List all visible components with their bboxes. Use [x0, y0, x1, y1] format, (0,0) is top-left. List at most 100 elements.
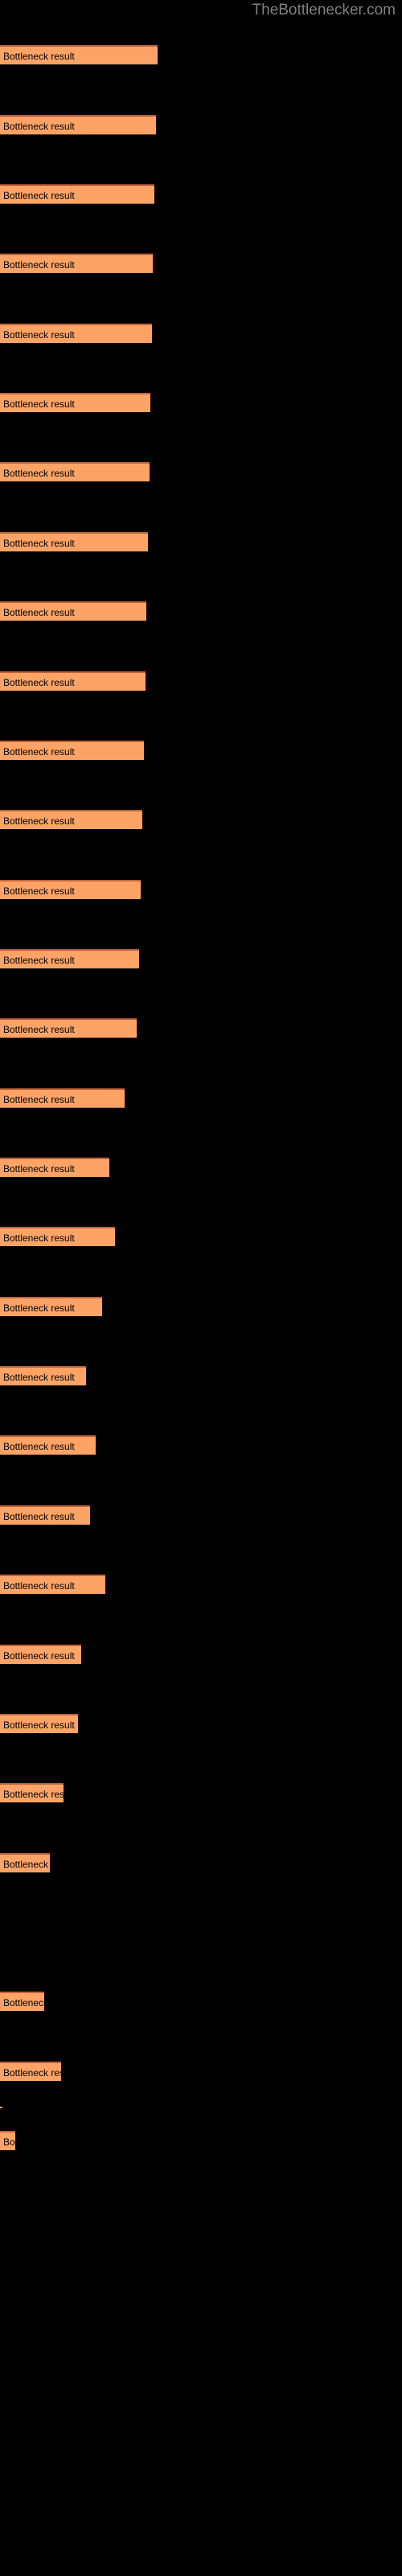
bar-rect[interactable]: Bottleneck result — [0, 1783, 64, 1802]
bar-clip: Bottleneck result — [0, 1366, 86, 1385]
bar-clip: Bottleneck result — [0, 741, 144, 760]
bar-row[interactable]: Bottleneck result — [0, 601, 146, 621]
bar-rect[interactable]: Bottleneck result — [0, 1018, 137, 1038]
bar-rect[interactable]: Bottleneck result — [0, 254, 153, 273]
bar-rect[interactable]: Bottleneck result — [0, 949, 139, 968]
bar-rect[interactable]: Bottleneck result — [0, 1366, 86, 1385]
bar-rect[interactable]: Bottleneck result — [0, 1505, 90, 1525]
bar-label: Bottleneck result — [3, 607, 75, 618]
bar-clip: Bottleneck result — [0, 1227, 115, 1246]
bar-clip: Bottleneck result — [0, 1853, 50, 1872]
bar-clip: Bottleneck result — [0, 810, 142, 829]
bar-clip: Bottleneck result — [0, 1505, 90, 1525]
bar-rect[interactable]: Bottleneck result — [0, 741, 144, 760]
bar-clip: Bottleneck result — [0, 1435, 96, 1455]
bar-row[interactable]: Bottleneck result — [0, 1783, 64, 1802]
bar-clip: Bottleneck result — [0, 462, 150, 481]
bar-rect[interactable]: Bottleneck result — [0, 1297, 102, 1316]
bar-clip: Bottleneck result — [0, 949, 139, 968]
bar-rect[interactable]: Bottleneck result — [0, 1158, 109, 1177]
bar-rect[interactable]: Bottleneck result — [0, 1575, 105, 1594]
bar-row[interactable]: Bottleneck result — [0, 1575, 105, 1594]
bar-rect[interactable]: Bottleneck result — [0, 1645, 81, 1664]
bar-row[interactable]: Bottleneck result — [0, 741, 144, 760]
bar-rect[interactable]: Bottleneck result — [0, 1088, 125, 1108]
bar-label: Bottleneck result — [3, 886, 75, 897]
bar-row[interactable]: Bottleneck result — [0, 671, 146, 691]
bar-row[interactable]: Bottleneck result — [0, 1435, 96, 1455]
bar-rect[interactable]: Bottleneck result — [0, 1853, 50, 1872]
bar-label: Bottleneck result — [3, 1859, 50, 1870]
bar-series-layer: Bottleneck result Bottleneck result Bottle… — [0, 0, 402, 2576]
bar-row[interactable]: Bottleneck result — [0, 1018, 137, 1038]
bar-label: Bottleneck result — [3, 1163, 75, 1174]
bar-rect[interactable]: Bottleneck result — [0, 1435, 96, 1455]
bar-rect[interactable]: Bottleneck result — [0, 1992, 44, 2011]
bar-row[interactable]: Bottleneck result — [0, 1505, 90, 1525]
bar-clip: Bottleneck result — [0, 1645, 81, 1664]
bar-clip: Bottleneck result — [0, 1158, 109, 1177]
bar-label: Bottleneck result — [3, 2067, 61, 2079]
bar-rect[interactable]: Bottleneck result — [0, 601, 146, 621]
bar-clip: Bottleneck result — [0, 393, 150, 412]
bar-row[interactable]: Bottleneck result — [0, 393, 150, 412]
bar-rect[interactable]: Bottleneck result — [0, 1227, 115, 1246]
bar-clip: Bottleneck result — [0, 601, 146, 621]
bar-row[interactable]: Bottleneck result — [0, 115, 156, 134]
bar-row[interactable]: Bottleneck result — [0, 1297, 102, 1316]
bar-row[interactable]: Bottleneck result — [0, 1645, 81, 1664]
bar-row[interactable]: Bottleneck result — [0, 810, 142, 829]
bar-residual-marker — [0, 2107, 2, 2108]
bar-row[interactable]: Bottleneck result — [0, 2062, 61, 2081]
bar-rect[interactable]: Bottleneck result — [0, 532, 148, 551]
bar-row[interactable]: Bottleneck result — [0, 1853, 50, 1872]
bar-rect[interactable]: Bottleneck result — [0, 184, 154, 204]
bar-row[interactable]: Bottleneck result — [0, 880, 141, 899]
bar-label: Bottleneck result — [3, 190, 75, 201]
bar-row[interactable]: Bottleneck result — [0, 45, 158, 64]
bar-rect[interactable]: Bottleneck result — [0, 810, 142, 829]
bar-row[interactable]: Bottleneck result — [0, 254, 153, 273]
bar-clip: Bottleneck result — [0, 1088, 125, 1108]
bar-clip: Bottleneck result — [0, 184, 154, 204]
bar-row[interactable]: Bottleneck result — [0, 462, 150, 481]
bar-row[interactable]: Bottleneck result — [0, 324, 152, 343]
bar-label: Bottleneck result — [3, 1441, 75, 1452]
bar-clip: Bottleneck result — [0, 115, 156, 134]
bar-label: Bottleneck result — [3, 538, 75, 549]
bar-clip: Bottleneck result — [0, 1297, 102, 1316]
bar-label: Bottleneck result — [3, 815, 75, 827]
bar-rect[interactable]: Bottleneck result — [0, 45, 158, 64]
bar-clip: Bottleneck result — [0, 45, 158, 64]
bar-label: Bottleneck result — [3, 1580, 75, 1591]
bar-row[interactable]: Bottleneck result — [0, 1992, 44, 2011]
bar-rect[interactable]: Bottleneck result — [0, 671, 146, 691]
bar-row[interactable]: Bottleneck result — [0, 1366, 86, 1385]
bar-clip: Bottleneck result — [0, 1018, 137, 1038]
bar-row[interactable]: Bottleneck result — [0, 1714, 78, 1733]
bar-row[interactable]: Bottleneck result — [0, 2131, 15, 2150]
bar-rect[interactable]: Bottleneck result — [0, 2062, 61, 2081]
bar-clip: Bottleneck result — [0, 671, 146, 691]
bar-row[interactable]: Bottleneck result — [0, 1227, 115, 1246]
bar-label: Bottleneck result — [3, 955, 75, 966]
bar-rect[interactable]: Bottleneck result — [0, 2131, 15, 2150]
bar-label: Bottleneck result — [3, 1511, 75, 1522]
bar-label: Bottleneck result — [3, 1650, 75, 1662]
bar-rect[interactable]: Bottleneck result — [0, 1714, 78, 1733]
bar-row[interactable]: Bottleneck result — [0, 1158, 109, 1177]
bar-row[interactable]: Bottleneck result — [0, 1088, 125, 1108]
bar-rect[interactable]: Bottleneck result — [0, 462, 150, 481]
bar-row[interactable]: Bottleneck result — [0, 184, 154, 204]
bar-rect[interactable]: Bottleneck result — [0, 324, 152, 343]
bottleneck-chart-root: TheBottlenecker.com Bottleneck result Bot… — [0, 0, 402, 2576]
bar-label: Bottleneck result — [3, 1789, 64, 1800]
bar-rect[interactable]: Bottleneck result — [0, 880, 141, 899]
bar-clip: Bottleneck result — [0, 1783, 64, 1802]
bar-rect[interactable]: Bottleneck result — [0, 115, 156, 134]
bar-clip: Bottleneck result — [0, 2131, 15, 2150]
bar-row[interactable]: Bottleneck result — [0, 949, 139, 968]
bar-row[interactable]: Bottleneck result — [0, 532, 148, 551]
bar-label: Bottleneck result — [3, 1024, 75, 1035]
bar-rect[interactable]: Bottleneck result — [0, 393, 150, 412]
